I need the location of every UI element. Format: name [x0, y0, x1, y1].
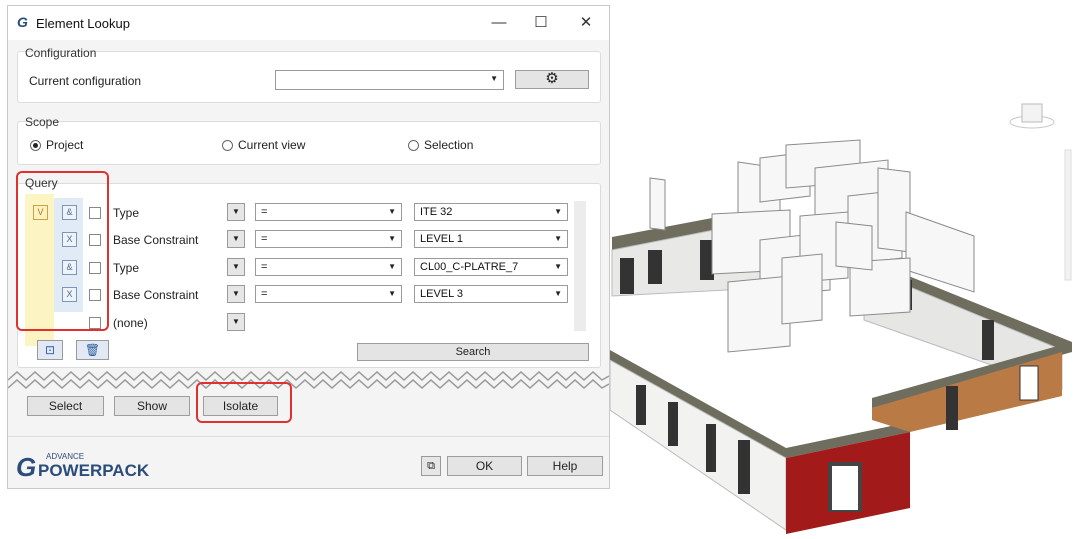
query-row-2-value-select[interactable]: LEVEL 1 ▼ — [414, 230, 568, 248]
configuration-select[interactable]: ▼ — [275, 70, 504, 90]
scope-group-label: Scope — [25, 115, 60, 129]
scope-current-view-label: Current view — [238, 138, 306, 152]
add-row-icon: ⊡ — [44, 343, 56, 357]
query-highlight-outline — [16, 171, 109, 331]
chevron-down-icon: ▼ — [388, 262, 396, 271]
search-button[interactable]: Search — [357, 343, 589, 361]
query-row-2-operator: = — [261, 233, 268, 245]
add-query-button[interactable]: ⊡ — [37, 340, 63, 360]
query-row-2-operator-select[interactable]: = ▼ — [255, 230, 402, 248]
scope-selection-radio[interactable] — [408, 140, 419, 151]
app-logo-icon: G — [17, 14, 28, 30]
query-scrollbar[interactable] — [574, 201, 586, 331]
query-row-3-parameter-dropdown[interactable]: ▼ — [227, 258, 245, 276]
copy-icon: ⧉ — [427, 460, 435, 472]
query-row-3-operator-select[interactable]: = ▼ — [255, 258, 402, 276]
chevron-down-icon: ▼ — [388, 234, 396, 243]
footer-divider — [8, 436, 609, 437]
configuration-settings-button[interactable]: ⚙ — [515, 70, 589, 89]
zigzag-divider — [8, 370, 609, 390]
scope-project-label: Project — [46, 138, 84, 152]
query-row-4-value: LEVEL 3 — [420, 288, 464, 300]
chevron-down-icon: ▼ — [388, 207, 396, 216]
query-row-4-value-select[interactable]: LEVEL 3 ▼ — [414, 285, 568, 303]
chevron-down-icon: ▼ — [554, 289, 562, 298]
maximize-button[interactable]: ☐ — [523, 11, 559, 35]
model-viewport[interactable] — [610, 0, 1075, 539]
chevron-down-icon: ▼ — [554, 234, 562, 243]
query-row-3-parameter: Type — [113, 261, 140, 275]
query-row-2-parameter: Base Constraint — [113, 233, 199, 247]
scope-group — [17, 121, 601, 165]
close-button[interactable]: ✕ — [568, 11, 604, 35]
delete-query-button[interactable]: 🗑 — [76, 340, 109, 360]
help-button[interactable]: Help — [527, 456, 603, 476]
query-row-4-operator-select[interactable]: = ▼ — [255, 285, 402, 303]
query-row-1-parameter-dropdown[interactable]: ▼ — [227, 203, 245, 221]
query-row-5-parameter: (none) — [113, 316, 148, 330]
minimize-button[interactable]: — — [481, 11, 517, 35]
window-title: Element Lookup — [36, 16, 130, 31]
select-button[interactable]: Select — [27, 396, 104, 416]
query-row-4-parameter-dropdown[interactable]: ▼ — [227, 285, 245, 303]
query-row-1-value-select[interactable]: ITE 32 ▼ — [414, 203, 568, 221]
chevron-down-icon: ▼ — [554, 207, 562, 216]
query-row-5-parameter-dropdown[interactable]: ▼ — [227, 313, 245, 331]
query-row-1-parameter: Type — [113, 206, 140, 220]
chevron-down-icon: ▼ — [388, 289, 396, 298]
show-button[interactable]: Show — [114, 396, 190, 416]
isolate-highlight-outline — [196, 382, 292, 423]
query-row-1-operator-select[interactable]: = ▼ — [255, 203, 402, 221]
title-bar[interactable]: G Element Lookup — ☐ ✕ — [8, 6, 609, 40]
gear-icon: ⚙ — [545, 70, 559, 87]
brand-large: POWERPACK — [38, 461, 150, 480]
query-row-4-operator: = — [261, 288, 268, 300]
configuration-group-label: Configuration — [25, 46, 97, 60]
scope-current-view-radio[interactable] — [222, 140, 233, 151]
query-row-1-value: ITE 32 — [420, 206, 453, 218]
trash-icon: 🗑 — [84, 343, 101, 357]
query-row-2-value: LEVEL 1 — [420, 233, 464, 245]
export-button[interactable]: ⧉ — [421, 456, 441, 476]
scope-selection-label: Selection — [424, 138, 474, 152]
element-lookup-dialog: G Element Lookup — ☐ ✕ Configuration Cur… — [7, 5, 610, 489]
query-row-3-operator: = — [261, 261, 268, 273]
scope-project-radio[interactable] — [30, 140, 41, 151]
query-row-4-parameter: Base Constraint — [113, 288, 199, 302]
chevron-down-icon: ▼ — [554, 262, 562, 271]
query-row-3-value-select[interactable]: CL00_C-PLATRE_7 ▼ — [414, 258, 568, 276]
current-configuration-label: Current configuration — [29, 74, 142, 88]
powerpack-logo-icon: G — [16, 452, 37, 482]
query-row-3-value: CL00_C-PLATRE_7 — [420, 261, 519, 273]
query-row-1-operator: = — [261, 206, 268, 218]
brand-small: ADVANCE — [46, 452, 85, 461]
chevron-down-icon: ▼ — [490, 74, 498, 83]
ok-button[interactable]: OK — [447, 456, 522, 476]
query-row-2-parameter-dropdown[interactable]: ▼ — [227, 230, 245, 248]
navigation-bar[interactable] — [1064, 149, 1072, 281]
